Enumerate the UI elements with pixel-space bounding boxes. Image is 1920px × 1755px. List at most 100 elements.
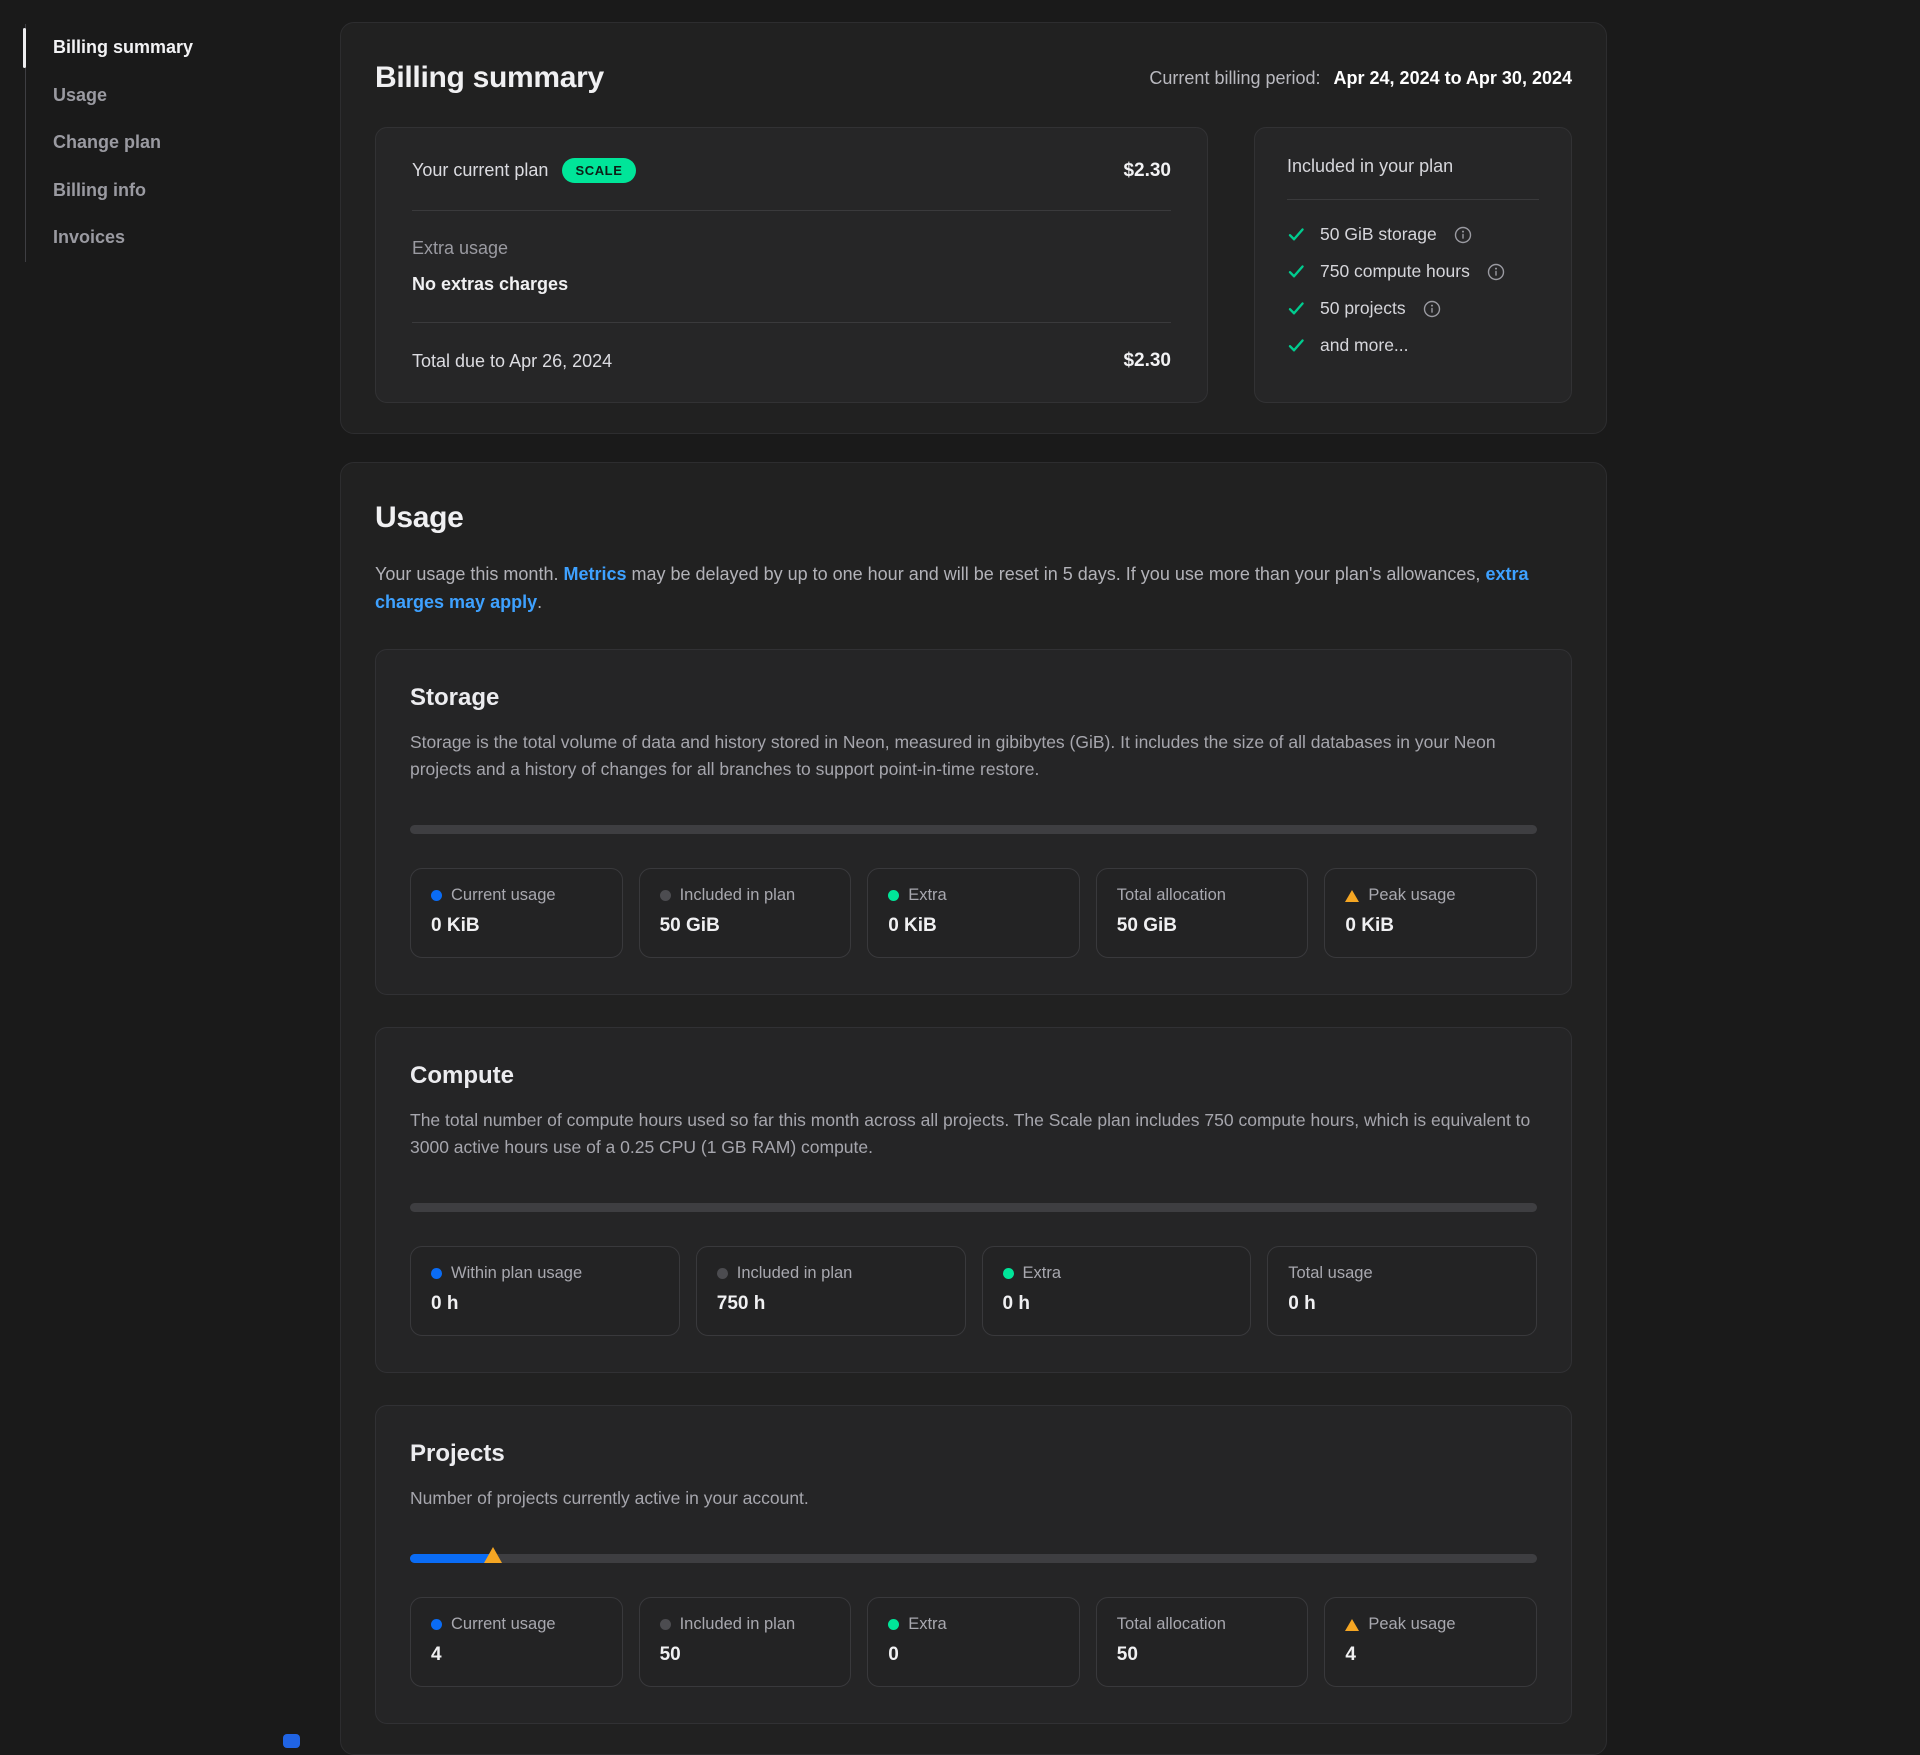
billing-nav: Billing summary Usage Change plan Billin…: [25, 24, 315, 262]
extra-usage-label: Extra usage: [412, 238, 1171, 259]
green-dot-icon: [888, 1619, 899, 1630]
sidebar-item-label: Invoices: [53, 227, 125, 247]
current-plan-label: Your current plan: [412, 160, 548, 181]
usage-description: Your usage this month. Metrics may be de…: [375, 561, 1530, 617]
compute-section: Compute The total number of compute hour…: [375, 1027, 1572, 1373]
blue-dot-icon: [431, 890, 442, 901]
compute-stats: Within plan usage 0 h Included in plan 7…: [410, 1246, 1537, 1336]
included-item-label: 50 projects: [1320, 298, 1406, 319]
stat-label: Included in plan: [680, 1615, 796, 1634]
blue-dot-icon: [431, 1268, 442, 1279]
sidebar-item-change-plan[interactable]: Change plan: [26, 119, 315, 167]
stat-value: 4: [431, 1644, 602, 1666]
green-dot-icon: [888, 890, 899, 901]
included-title: Included in your plan: [1287, 156, 1539, 177]
check-icon: [1287, 225, 1306, 244]
stat-value: 750 h: [717, 1293, 945, 1315]
plan-amount: $2.30: [1123, 160, 1171, 182]
stat-label: Current usage: [451, 1615, 556, 1634]
check-icon: [1287, 336, 1306, 355]
included-item-projects: 50 projects: [1287, 298, 1539, 319]
included-item-label: and more...: [1320, 335, 1409, 356]
stat-label: Extra: [1023, 1264, 1062, 1283]
extra-usage-value: No extras charges: [412, 274, 1171, 295]
stat-label: Total allocation: [1117, 1615, 1226, 1634]
active-indicator: [23, 28, 26, 68]
stat-label: Extra: [908, 886, 947, 905]
included-item-storage: 50 GiB storage: [1287, 224, 1539, 245]
sidebar-item-label: Billing info: [53, 180, 146, 200]
green-dot-icon: [1003, 1268, 1014, 1279]
stat-value: 0 h: [431, 1293, 659, 1315]
stat-value: 0 h: [1288, 1293, 1516, 1315]
compute-section-title: Compute: [410, 1062, 1537, 1090]
divider: [412, 322, 1171, 323]
stat-label: Included in plan: [680, 886, 796, 905]
compute-progress-bar: [410, 1203, 1537, 1212]
total-due-amount: $2.30: [1123, 350, 1171, 372]
stat-label: Peak usage: [1368, 886, 1455, 905]
sidebar-item-usage[interactable]: Usage: [26, 72, 315, 120]
stat-value: 0 KiB: [888, 915, 1059, 937]
page-title: Billing summary: [375, 61, 604, 95]
included-item-compute: 750 compute hours: [1287, 261, 1539, 282]
stat-label: Within plan usage: [451, 1264, 582, 1283]
stat-included-in-plan: Included in plan 750 h: [696, 1246, 966, 1336]
stat-extra: Extra 0 h: [982, 1246, 1252, 1336]
included-item-label: 750 compute hours: [1320, 261, 1470, 282]
gray-dot-icon: [717, 1268, 728, 1279]
stat-total-allocation: Total allocation 50: [1096, 1597, 1309, 1687]
peak-usage-marker-icon: [484, 1547, 502, 1563]
stat-value: 50: [1117, 1644, 1288, 1666]
billing-period: Current billing period: Apr 24, 2024 to …: [1149, 68, 1572, 89]
extra-usage-block: Extra usage No extras charges: [412, 238, 1171, 295]
info-icon[interactable]: [1423, 300, 1441, 318]
storage-section-title: Storage: [410, 684, 1537, 712]
stat-value: 4: [1345, 1644, 1516, 1666]
main-content: Billing summary Current billing period: …: [340, 22, 1607, 1755]
sidebar-item-label: Billing summary: [53, 37, 193, 57]
stat-value: 0: [888, 1644, 1059, 1666]
stat-extra: Extra 0 KiB: [867, 868, 1080, 958]
stat-within-plan-usage: Within plan usage 0 h: [410, 1246, 680, 1336]
stat-peak-usage: Peak usage 0 KiB: [1324, 868, 1537, 958]
stat-value: 0 h: [1003, 1293, 1231, 1315]
stat-value: 0 KiB: [431, 915, 602, 937]
info-icon[interactable]: [1487, 263, 1505, 281]
stat-included-in-plan: Included in plan 50: [639, 1597, 852, 1687]
check-icon: [1287, 299, 1306, 318]
stat-current-usage: Current usage 4: [410, 1597, 623, 1687]
divider: [1287, 199, 1539, 200]
total-due-row: Total due to Apr 26, 2024 $2.30: [412, 350, 1171, 372]
projects-progress-bar: [410, 1554, 1537, 1563]
projects-section-title: Projects: [410, 1440, 1537, 1468]
storage-section: Storage Storage is the total volume of d…: [375, 649, 1572, 995]
usage-desc-text: Your usage this month.: [375, 564, 563, 584]
billing-summary-card: Billing summary Current billing period: …: [340, 22, 1607, 434]
stat-label: Current usage: [451, 886, 556, 905]
metrics-link[interactable]: Metrics: [563, 564, 626, 584]
billing-sidebar: Billing summary Usage Change plan Billin…: [25, 24, 315, 262]
current-plan-panel: Your current plan SCALE $2.30 Extra usag…: [375, 127, 1208, 403]
usage-desc-text: .: [537, 592, 542, 612]
billing-period-label: Current billing period:: [1149, 68, 1320, 88]
included-in-plan-panel: Included in your plan 50 GiB storage: [1254, 127, 1572, 403]
current-plan-row: Your current plan SCALE $2.30: [412, 158, 1171, 183]
storage-stats: Current usage 0 KiB Included in plan 50 …: [410, 868, 1537, 958]
sidebar-item-invoices[interactable]: Invoices: [26, 214, 315, 262]
stat-label: Peak usage: [1368, 1615, 1455, 1634]
stat-total-allocation: Total allocation 50 GiB: [1096, 868, 1309, 958]
stat-value: 0 KiB: [1345, 915, 1516, 937]
gray-dot-icon: [660, 890, 671, 901]
stat-total-usage: Total usage 0 h: [1267, 1246, 1537, 1336]
plan-badge: SCALE: [562, 158, 635, 183]
stat-peak-usage: Peak usage 4: [1324, 1597, 1537, 1687]
floating-widget-fragment[interactable]: [283, 1734, 300, 1748]
total-due-label: Total due to Apr 26, 2024: [412, 351, 612, 372]
sidebar-item-billing-info[interactable]: Billing info: [26, 167, 315, 215]
info-icon[interactable]: [1454, 226, 1472, 244]
orange-triangle-icon: [1345, 890, 1359, 902]
stat-current-usage: Current usage 0 KiB: [410, 868, 623, 958]
sidebar-item-billing-summary[interactable]: Billing summary: [26, 24, 315, 72]
gray-dot-icon: [660, 1619, 671, 1630]
